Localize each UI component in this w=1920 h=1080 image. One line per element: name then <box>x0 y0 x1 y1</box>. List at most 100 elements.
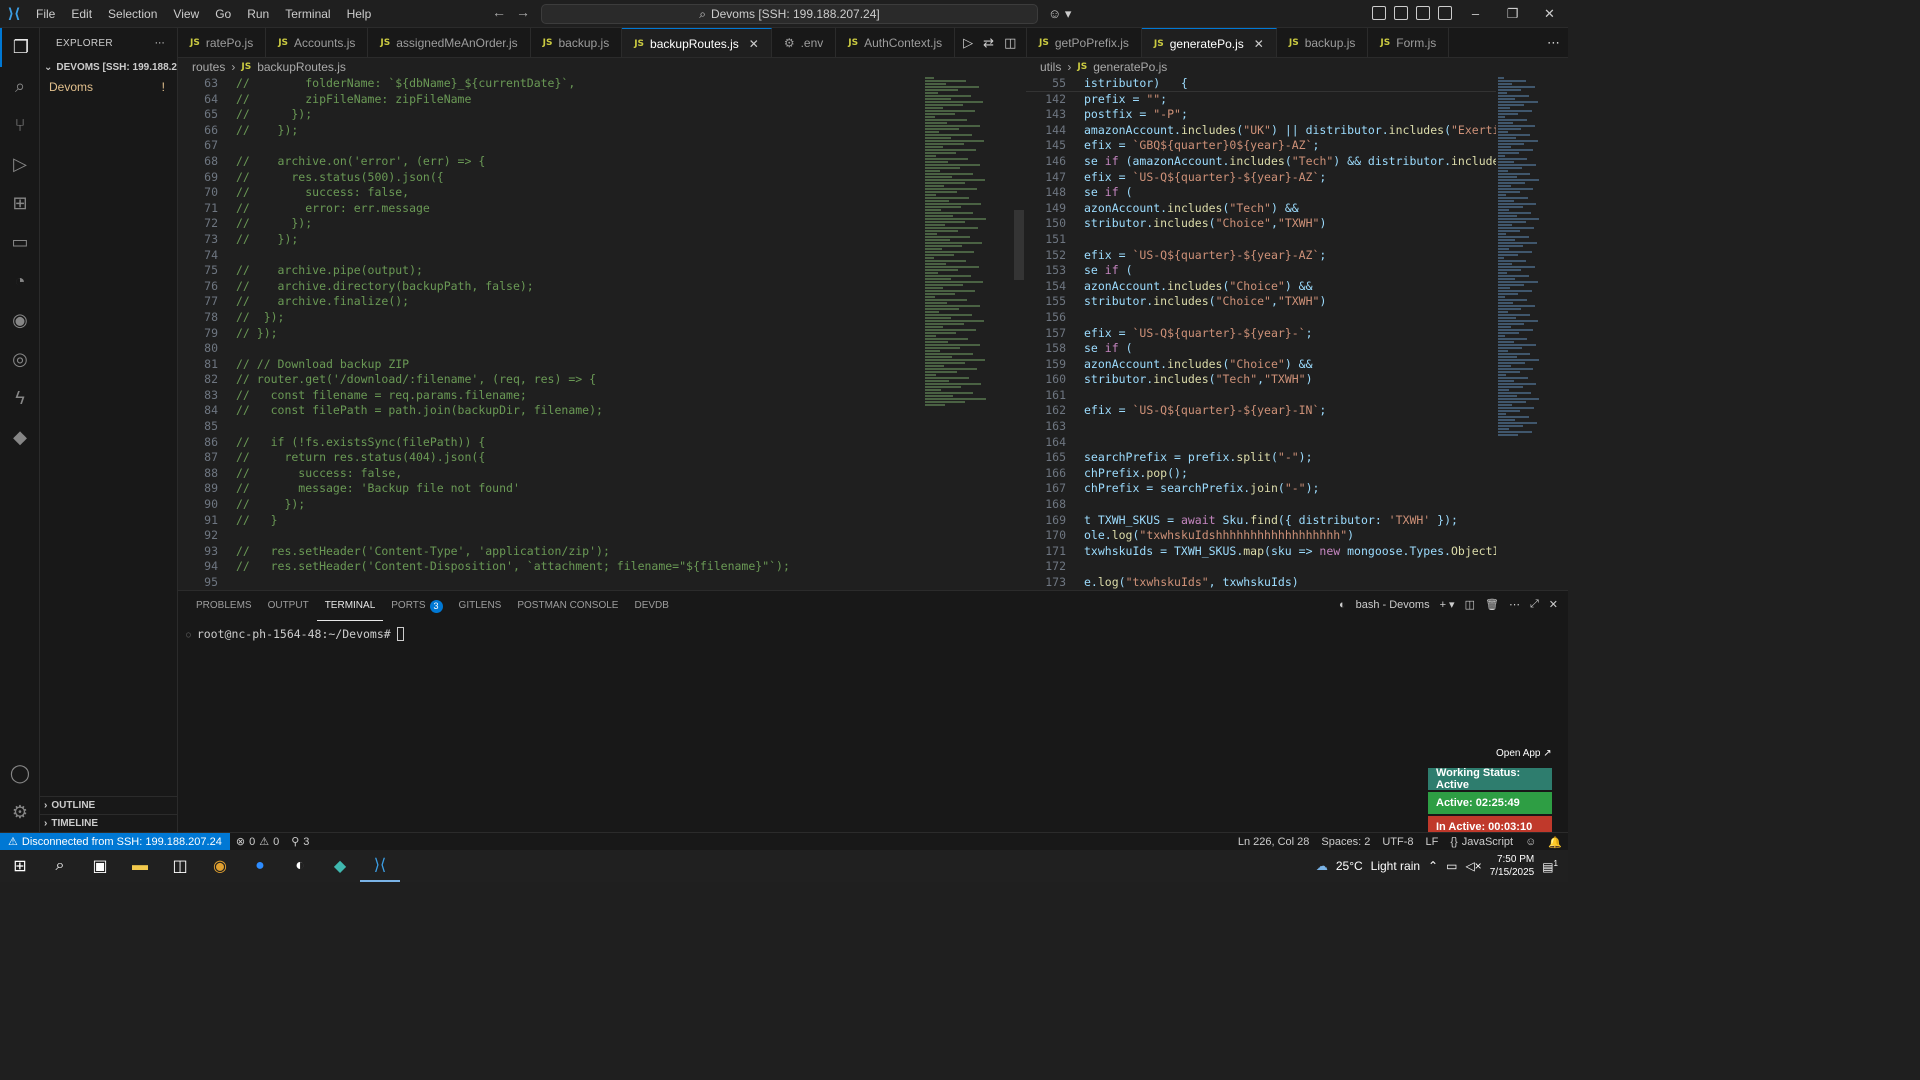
new-terminal-icon[interactable]: + ▾ <box>1440 598 1455 611</box>
terminal-name[interactable]: bash - Devoms <box>1356 599 1430 611</box>
toggle-secondary-sidebar-icon[interactable] <box>1438 6 1452 20</box>
panel-tab-terminal[interactable]: TERMINAL <box>316 591 384 621</box>
compare-icon[interactable]: ⇄ <box>983 35 994 51</box>
split-editor-icon[interactable]: ◫ <box>1004 35 1016 51</box>
toggle-panel-icon[interactable] <box>1416 6 1430 20</box>
panel-tab-ports[interactable]: PORTS 3 <box>383 591 450 621</box>
toggle-sidebar-icon[interactable] <box>1394 6 1408 20</box>
forward-arrow-icon[interactable]: → <box>516 4 530 20</box>
app-icon[interactable]: ◐ <box>280 850 320 882</box>
breadcrumb-file[interactable]: backupRoutes.js <box>257 60 346 74</box>
encoding[interactable]: UTF-8 <box>1376 836 1419 848</box>
explorer-icon[interactable]: ❐ <box>0 28 40 67</box>
vscode-taskbar-icon[interactable]: ⟩⟨ <box>360 850 400 882</box>
breadcrumb-folder[interactable]: utils <box>1040 60 1061 74</box>
close-icon[interactable]: ✕ <box>749 37 759 51</box>
language-mode[interactable]: {} JavaScript <box>1444 836 1519 848</box>
editor-tab[interactable]: JS ratePo.js <box>178 28 267 57</box>
customize-layout-icon[interactable] <box>1372 6 1386 20</box>
editor-tab[interactable]: JS assignedMeAnOrder.js <box>368 28 531 57</box>
file-explorer-icon[interactable]: ▬ <box>120 850 160 882</box>
breadcrumb-file[interactable]: generatePo.js <box>1093 60 1167 74</box>
settings-gear-icon[interactable]: ⚙ <box>0 793 40 832</box>
close-icon[interactable]: ✕ <box>1254 37 1264 51</box>
search-view-icon[interactable]: ⌕ <box>0 67 40 106</box>
task-view-icon[interactable]: ▣ <box>80 850 120 882</box>
menu-item-run[interactable]: Run <box>239 0 277 28</box>
back-arrow-icon[interactable]: ← <box>492 4 506 20</box>
postman-icon[interactable]: ◉ <box>0 301 40 340</box>
windows-start-icon[interactable]: ⊞ <box>0 850 40 882</box>
chevron-up-icon[interactable]: ⌃ <box>1428 859 1438 873</box>
panel-tab-devdb[interactable]: DEVDB <box>626 591 676 621</box>
remote-indicator[interactable]: ⚠ Disconnected from SSH: 199.188.207.24 <box>0 832 230 851</box>
minimize-icon[interactable]: – <box>1457 0 1494 28</box>
copilot-status-icon[interactable]: ☺ <box>1519 836 1542 848</box>
editor-tab[interactable]: JS Accounts.js <box>266 28 369 57</box>
more-actions-icon[interactable]: ⋯ <box>155 38 165 49</box>
close-panel-icon[interactable]: ✕ <box>1549 598 1558 611</box>
problems-indicator[interactable]: ⊗ 0 ⚠ 0 <box>230 835 285 849</box>
more-icon[interactable]: ⋯ <box>1547 35 1560 51</box>
menu-item-terminal[interactable]: Terminal <box>277 0 338 28</box>
gitlens-icon[interactable]: ◔ <box>0 262 40 301</box>
command-center[interactable]: ⌕ Devoms [SSH: 199.188.207.24] <box>541 4 1038 24</box>
left-code-editor[interactable]: 63 // folderName: `${dbName}_${currentDat… <box>178 76 923 590</box>
menu-item-go[interactable]: Go <box>207 0 239 28</box>
editor-tab[interactable]: JS backup.js <box>1277 28 1369 57</box>
explorer-item-devoms[interactable]: Devoms ! <box>40 76 177 98</box>
split-terminal-icon[interactable]: ◫ <box>1465 598 1475 611</box>
right-minimap[interactable] <box>1498 76 1558 590</box>
menu-item-help[interactable]: Help <box>339 0 380 28</box>
zoom-icon[interactable]: ● <box>240 850 280 882</box>
editor-tab[interactable]: JS AuthContext.js <box>836 28 956 57</box>
panel-tab-gitlens[interactable]: GITLENS <box>451 591 510 621</box>
ports-indicator[interactable]: ⚲ 3 <box>285 835 315 849</box>
menu-item-file[interactable]: File <box>28 0 63 28</box>
source-control-icon[interactable]: ⑂ <box>0 106 40 145</box>
python-icon[interactable]: ◆ <box>0 418 40 457</box>
weather-temp[interactable]: 25°C <box>1336 859 1363 873</box>
copilot-icon[interactable]: ☺ ▾ <box>1048 6 1071 22</box>
left-minimap[interactable] <box>925 76 1013 590</box>
run-icon[interactable]: ▷ <box>963 35 973 51</box>
panel-tab-postman-console[interactable]: POSTMAN CONSOLE <box>509 591 626 621</box>
open-app-button[interactable]: Open App ↗ <box>1492 746 1556 761</box>
weather-desc[interactable]: Light rain <box>1371 859 1420 873</box>
notifications-icon[interactable]: 🔔 <box>1542 836 1568 849</box>
thunder-icon[interactable]: ϟ <box>0 379 40 418</box>
editor-tab[interactable]: JS generatePo.js ✕ <box>1141 28 1277 57</box>
outline-section[interactable]: › OUTLINE <box>40 796 178 814</box>
panel-tab-output[interactable]: OUTPUT <box>260 591 317 621</box>
app-icon-2[interactable]: ◆ <box>320 850 360 882</box>
restore-icon[interactable]: ❐ <box>1494 0 1531 28</box>
volume-icon[interactable]: ◁× <box>1465 859 1481 873</box>
clock[interactable]: 7:50 PM 7/15/2025 <box>1490 853 1535 879</box>
remote-explorer-icon[interactable]: ▭ <box>0 223 40 262</box>
menu-item-view[interactable]: View <box>165 0 207 28</box>
run-debug-icon[interactable]: ▷ <box>0 145 40 184</box>
menu-item-selection[interactable]: Selection <box>100 0 165 28</box>
editor-tab[interactable]: JS backup.js <box>531 28 623 57</box>
left-scrollbar[interactable] <box>1014 210 1024 280</box>
extensions-icon[interactable]: ⊞ <box>0 184 40 223</box>
more-icon[interactable]: ⋯ <box>1509 598 1520 611</box>
timeline-section[interactable]: › TIMELINE <box>40 814 178 832</box>
right-code-editor[interactable]: 55 istributor) {142 prefix = ""; 143 postfix… <box>1026 76 1496 590</box>
search-icon[interactable]: ⌕ <box>40 850 80 882</box>
editor-tab[interactable]: JS getPoPrefix.js <box>1027 28 1142 57</box>
account-icon[interactable]: ◯ <box>0 754 40 793</box>
close-window-icon[interactable]: ✕ <box>1531 0 1568 28</box>
workspace-folder[interactable]: ⌄ DEVOMS [SSH: 199.188.20... <box>40 58 177 76</box>
kill-terminal-icon[interactable]: 🗑 <box>1485 598 1499 611</box>
chrome-icon[interactable]: ◉ <box>200 850 240 882</box>
editor-tab[interactable]: JS Form.js <box>1368 28 1450 57</box>
store-icon[interactable]: ◫ <box>160 850 200 882</box>
breadcrumb-folder[interactable]: routes <box>192 60 225 74</box>
end-of-line[interactable]: LF <box>1420 836 1445 848</box>
editor-tab[interactable]: JS backupRoutes.js ✕ <box>622 28 772 57</box>
maximize-panel-icon[interactable]: ⤢ <box>1530 598 1539 611</box>
menu-item-edit[interactable]: Edit <box>63 0 100 28</box>
terminal[interactable]: ○ root@nc-ph-1564-48:~/Devoms# <box>178 621 1568 641</box>
devdb-icon[interactable]: ◎ <box>0 340 40 379</box>
